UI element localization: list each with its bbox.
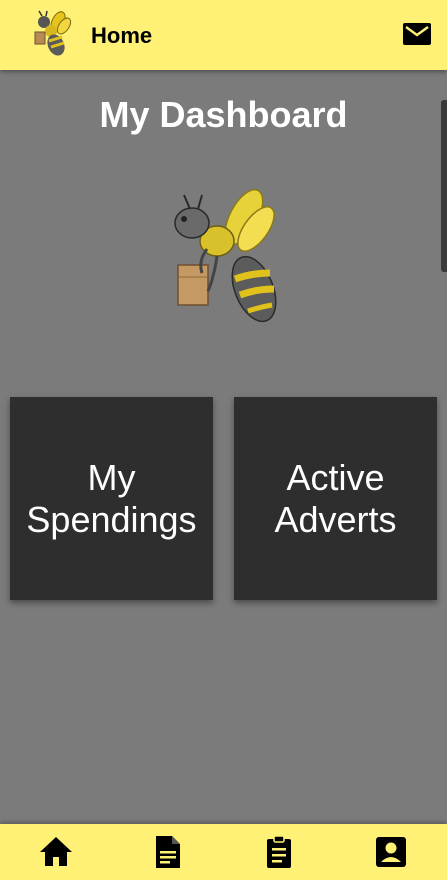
card-label-line2: Spendings <box>26 498 197 540</box>
dashboard-title: My Dashboard <box>99 94 348 135</box>
document-icon[interactable] <box>149 834 185 870</box>
my-spendings-card[interactable]: My Spendings <box>10 397 213 600</box>
scroll-indicator[interactable] <box>441 100 447 272</box>
bee-logo-icon[interactable] <box>28 10 72 60</box>
account-box-icon[interactable] <box>373 834 409 870</box>
page-title: Home <box>91 23 153 48</box>
top-app-bar: Home <box>0 0 447 70</box>
card-label-line2: Adverts <box>274 498 397 540</box>
bee-mascot-illustration <box>174 188 277 323</box>
active-adverts-card[interactable]: Active Adverts <box>234 397 437 600</box>
bottom-navigation <box>0 824 447 880</box>
mail-icon[interactable] <box>403 22 431 48</box>
card-label-line1: My <box>87 456 136 498</box>
clipboard-icon[interactable] <box>261 834 297 870</box>
card-label-line1: Active <box>286 456 385 498</box>
home-icon[interactable] <box>38 834 74 870</box>
